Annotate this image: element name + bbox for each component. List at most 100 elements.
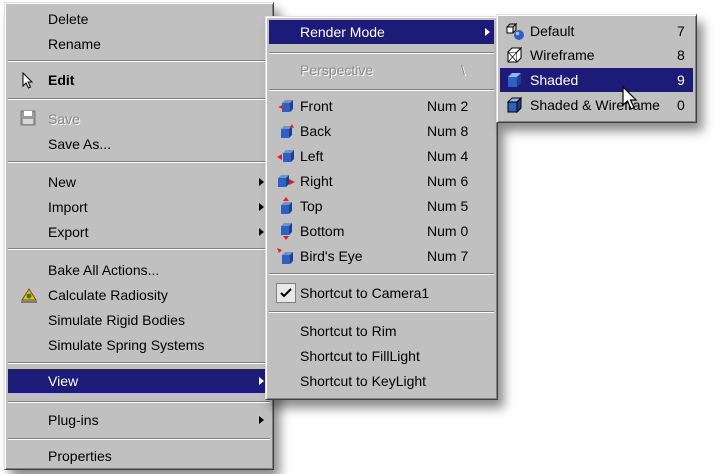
mouse-pointer-icon bbox=[622, 85, 640, 115]
menu-separator bbox=[8, 161, 270, 163]
menu-item-delete-label: Delete bbox=[48, 11, 89, 27]
menu-item-render-shaded[interactable]: Shaded 9 bbox=[500, 68, 693, 92]
menu-item-render-wireframe[interactable]: Wireframe 8 bbox=[500, 43, 693, 67]
back-view-cube-icon bbox=[277, 122, 295, 143]
menu-item-view-front-shortcut: Num 2 bbox=[427, 98, 469, 114]
menu-item-save-label: Save bbox=[48, 111, 80, 127]
menu-item-view-back[interactable]: Back Num 8 bbox=[269, 119, 494, 143]
submenu-arrow-icon bbox=[259, 178, 264, 186]
menu-item-shortcut-camera1-label: Shortcut to Camera1 bbox=[300, 285, 430, 301]
menu-item-edit-label: Edit bbox=[48, 72, 75, 88]
menu-item-plug-ins[interactable]: Plug-ins bbox=[8, 408, 270, 432]
menu-item-shortcut-filllight[interactable]: Shortcut to FillLight bbox=[269, 344, 494, 368]
menu-separator bbox=[269, 52, 494, 54]
menu-item-view-right[interactable]: Right Num 6 bbox=[269, 169, 494, 193]
menu-item-rename-label: Rename bbox=[48, 36, 101, 52]
menu-item-simulate-spring-systems[interactable]: Simulate Spring Systems bbox=[8, 333, 270, 357]
submenu-arrow-icon bbox=[259, 377, 264, 385]
menu-item-properties-label: Properties bbox=[48, 448, 112, 464]
menu-item-shortcut-rim[interactable]: Shortcut to Rim bbox=[269, 319, 494, 343]
menu-item-simulate-rigid-bodies[interactable]: Simulate Rigid Bodies bbox=[8, 308, 270, 332]
menu-item-view-top-shortcut: Num 5 bbox=[427, 198, 469, 214]
main-context-menu: Delete Rename Edit Save Save As... New I… bbox=[4, 2, 274, 470]
menu-item-properties[interactable]: Properties bbox=[8, 444, 270, 468]
menu-item-rename[interactable]: Rename bbox=[8, 32, 270, 56]
menu-item-save-as[interactable]: Save As... bbox=[8, 132, 270, 156]
menu-item-edit[interactable]: Edit bbox=[8, 68, 270, 92]
menu-item-render-default-label: Default bbox=[530, 23, 575, 39]
menu-item-render-wireframe-shortcut: 8 bbox=[677, 47, 685, 63]
menu-item-render-default[interactable]: Default 7 bbox=[500, 19, 693, 43]
left-view-cube-icon bbox=[277, 147, 295, 168]
menu-item-view-left-shortcut: Num 4 bbox=[427, 148, 469, 164]
arrow-cursor-icon bbox=[22, 71, 34, 92]
menu-item-simulate-rigid-bodies-label: Simulate Rigid Bodies bbox=[48, 312, 185, 328]
menu-separator bbox=[269, 89, 494, 91]
menu-item-render-shaded-wireframe[interactable]: Shaded & Wireframe 0 bbox=[500, 93, 693, 117]
menu-item-perspective-label: Perspective bbox=[300, 62, 374, 78]
menu-separator bbox=[8, 362, 270, 364]
menu-item-view-bottom-shortcut: Num 0 bbox=[427, 223, 469, 239]
submenu-arrow-icon bbox=[259, 416, 264, 424]
menu-item-view-front[interactable]: Front Num 2 bbox=[269, 94, 494, 118]
shaded-wireframe-cube-icon bbox=[505, 95, 525, 118]
menu-item-perspective[interactable]: Perspective \ bbox=[269, 58, 494, 82]
menu-item-view-back-label: Back bbox=[300, 123, 332, 139]
menu-item-shortcut-keylight-label: Shortcut to KeyLight bbox=[300, 373, 427, 389]
menu-item-shortcut-camera1[interactable]: Shortcut to Camera1 bbox=[269, 281, 494, 305]
menu-item-calculate-radiosity-label: Calculate Radiosity bbox=[48, 287, 168, 303]
menu-item-view-birds-eye-label: Bird's Eye bbox=[300, 248, 363, 264]
menu-item-view-top-label: Top bbox=[300, 198, 323, 214]
menu-item-import[interactable]: Import bbox=[8, 195, 270, 219]
submenu-arrow-icon bbox=[485, 28, 490, 36]
menu-item-bake-all-actions[interactable]: Bake All Actions... bbox=[8, 258, 270, 282]
menu-item-render-mode[interactable]: Render Mode bbox=[269, 20, 494, 44]
shaded-cube-icon bbox=[505, 70, 525, 93]
menu-separator bbox=[8, 401, 270, 403]
menu-item-import-label: Import bbox=[48, 199, 88, 215]
checkmark-icon bbox=[276, 283, 296, 306]
menu-item-view[interactable]: View bbox=[8, 369, 270, 393]
menu-item-simulate-spring-systems-label: Simulate Spring Systems bbox=[48, 337, 205, 353]
menu-item-view-bottom-label: Bottom bbox=[300, 223, 345, 239]
default-render-icon bbox=[504, 21, 526, 44]
menu-item-save[interactable]: Save bbox=[8, 107, 270, 131]
menu-item-view-birds-eye[interactable]: Bird's Eye Num 7 bbox=[269, 244, 494, 268]
menu-item-export-label: Export bbox=[48, 224, 89, 240]
menu-item-new-label: New bbox=[48, 174, 77, 190]
menu-item-view-back-shortcut: Num 8 bbox=[427, 123, 469, 139]
menu-item-delete[interactable]: Delete bbox=[8, 7, 270, 31]
view-submenu: Render Mode Perspective \ Front Num 2 Ba… bbox=[265, 16, 498, 400]
menu-item-view-left[interactable]: Left Num 4 bbox=[269, 144, 494, 168]
menu-item-render-shaded-wireframe-shortcut: 0 bbox=[677, 97, 685, 113]
birds-eye-view-cube-icon bbox=[277, 247, 295, 268]
menu-item-view-label: View bbox=[48, 373, 79, 389]
submenu-arrow-icon bbox=[259, 228, 264, 236]
render-mode-submenu: Default 7 Wireframe 8 Shaded 9 Shaded & … bbox=[496, 14, 697, 123]
menu-item-view-top[interactable]: Top Num 5 bbox=[269, 194, 494, 218]
menu-separator bbox=[8, 248, 270, 250]
menu-item-plug-ins-label: Plug-ins bbox=[48, 412, 99, 428]
menu-item-calculate-radiosity[interactable]: Calculate Radiosity bbox=[8, 283, 270, 307]
menu-item-view-right-shortcut: Num 6 bbox=[427, 173, 469, 189]
floppy-disk-icon bbox=[20, 110, 36, 129]
menu-item-shortcut-keylight[interactable]: Shortcut to KeyLight bbox=[269, 369, 494, 393]
menu-item-view-bottom[interactable]: Bottom Num 0 bbox=[269, 219, 494, 243]
radiosity-icon bbox=[20, 286, 38, 306]
menu-separator bbox=[269, 311, 494, 313]
top-view-cube-icon bbox=[277, 197, 295, 218]
menu-item-render-wireframe-label: Wireframe bbox=[530, 47, 595, 63]
submenu-arrow-icon bbox=[259, 203, 264, 211]
menu-item-bake-all-actions-label: Bake All Actions... bbox=[48, 262, 160, 278]
menu-item-export[interactable]: Export bbox=[8, 220, 270, 244]
menu-item-save-as-label: Save As... bbox=[48, 136, 112, 152]
menu-item-render-shaded-shortcut: 9 bbox=[677, 72, 685, 88]
menu-item-render-default-shortcut: 7 bbox=[677, 23, 685, 39]
menu-separator bbox=[8, 98, 270, 100]
menu-item-new[interactable]: New bbox=[8, 170, 270, 194]
menu-item-view-front-label: Front bbox=[300, 98, 333, 114]
menu-item-render-mode-label: Render Mode bbox=[300, 24, 385, 40]
menu-separator bbox=[8, 438, 270, 440]
menu-item-shortcut-filllight-label: Shortcut to FillLight bbox=[300, 348, 420, 364]
menu-item-render-shaded-label: Shaded bbox=[530, 72, 579, 88]
